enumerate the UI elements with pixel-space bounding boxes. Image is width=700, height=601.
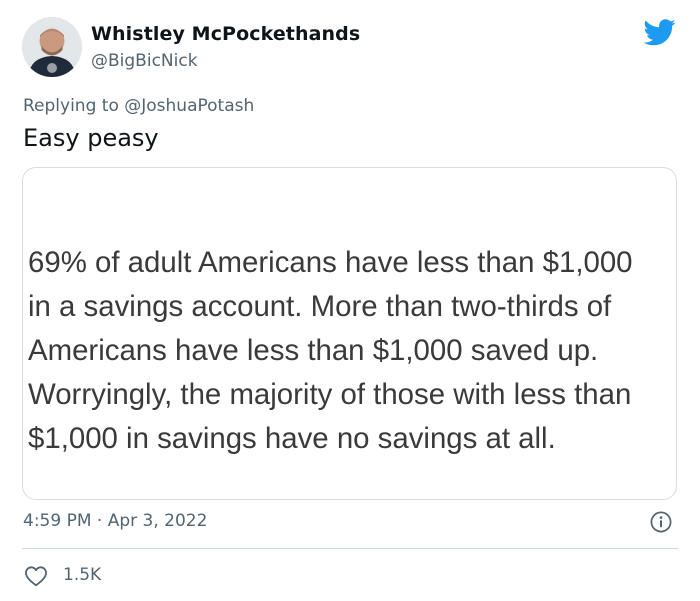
avatar[interactable] xyxy=(22,17,82,77)
tweet-image-text-line: in a savings account. More than two-thir… xyxy=(28,290,612,323)
tweet-image-text: 69% of adult Americans have less than $1… xyxy=(28,241,678,461)
author-name[interactable]: Whistley McPockethands xyxy=(91,23,360,45)
tweet-text: Easy peasy xyxy=(23,124,159,152)
tweet-image[interactable]: 69% of adult Americans have less than $1… xyxy=(22,167,677,500)
tweet-card: Whistley McPockethands @BigBicNick Reply… xyxy=(0,0,700,601)
tweet-image-text-line: 69% of adult Americans have less than $1… xyxy=(28,246,633,279)
replying-to-label: Replying to xyxy=(23,96,125,116)
heart-icon[interactable] xyxy=(24,565,48,587)
tweet-image-text-line: Worryingly, the majority of those with l… xyxy=(28,378,632,411)
author-handle[interactable]: @BigBicNick xyxy=(91,51,198,71)
divider xyxy=(22,548,678,549)
twitter-bird-icon[interactable] xyxy=(643,19,676,46)
replying-to: Replying to @JoshuaPotash xyxy=(23,96,254,116)
like-count: 1.5K xyxy=(63,565,102,585)
tweet-image-text-line: $1,000 in savings have no savings at all… xyxy=(28,422,556,455)
tweet-image-text-line: Americans have less than $1,000 saved up… xyxy=(28,334,599,367)
replying-to-handle-link[interactable]: @JoshuaPotash xyxy=(124,96,254,116)
tweet-timestamp[interactable]: 4:59 PM · Apr 3, 2022 xyxy=(23,511,207,531)
avatar-image xyxy=(22,17,82,77)
info-icon[interactable] xyxy=(650,511,672,533)
